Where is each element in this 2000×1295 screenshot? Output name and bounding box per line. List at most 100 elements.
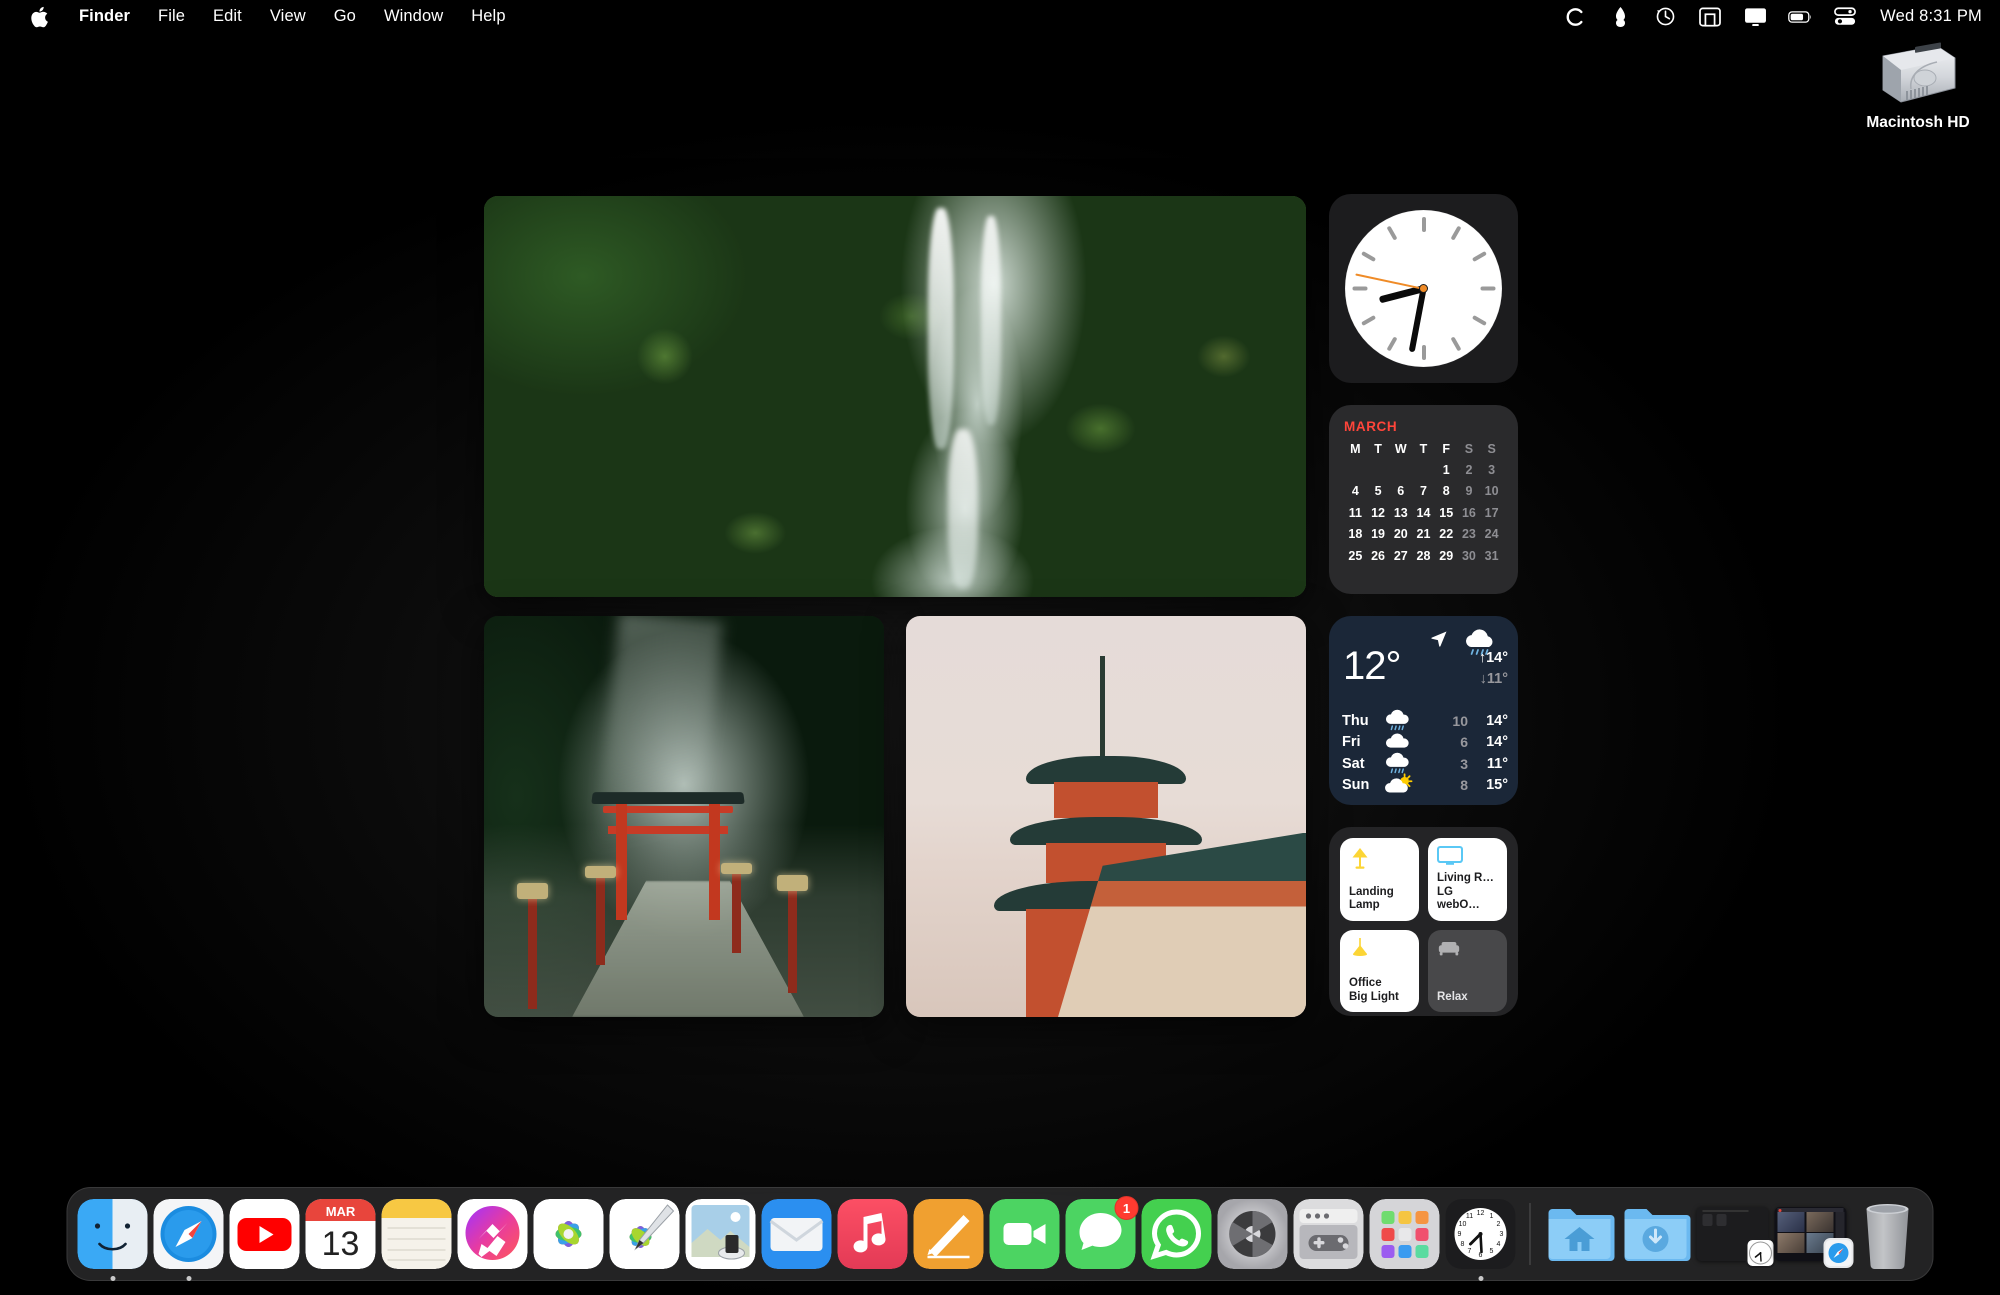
calendar-day[interactable]: 18 xyxy=(1344,526,1367,542)
downloads-folder-icon[interactable] xyxy=(1621,1199,1691,1269)
system-settings-icon[interactable] xyxy=(1217,1199,1288,1269)
facetime-icon[interactable] xyxy=(989,1199,1060,1269)
calendar-day[interactable]: 17 xyxy=(1480,505,1503,521)
calendar-day[interactable]: 30 xyxy=(1458,548,1481,564)
waterfall-photo[interactable] xyxy=(484,196,1306,597)
calendar-day[interactable]: 29 xyxy=(1435,548,1458,564)
dock-item-downloads-folder[interactable] xyxy=(1621,1199,1691,1269)
calendar-day[interactable]: 19 xyxy=(1367,526,1390,542)
minimized-safari-window-icon[interactable] xyxy=(1774,1207,1854,1268)
menu-finder[interactable]: Finder xyxy=(65,4,144,29)
dock-item-safari[interactable] xyxy=(153,1199,224,1281)
calendar-day[interactable]: 1 xyxy=(1435,462,1458,478)
youtube-icon[interactable] xyxy=(229,1199,300,1269)
trash-icon[interactable] xyxy=(1853,1199,1923,1269)
freeform-icon[interactable] xyxy=(913,1199,984,1269)
calendar-day[interactable]: 8 xyxy=(1435,483,1458,499)
home-tile-relax-scene[interactable]: Relax xyxy=(1428,929,1507,1013)
calendar-day[interactable]: 21 xyxy=(1412,526,1435,542)
calendar-day[interactable]: 2 xyxy=(1458,462,1481,478)
notes-icon[interactable] xyxy=(381,1199,452,1269)
calendar-day[interactable]: 23 xyxy=(1458,526,1481,542)
clock-icon[interactable]: 12 1 2 3 4 5 6 7 8 9 10 11 xyxy=(1445,1199,1516,1269)
calendar-day[interactable]: 12 xyxy=(1367,505,1390,521)
minimized-clock-window-icon[interactable] xyxy=(1696,1207,1776,1268)
calendar-day[interactable]: 10 xyxy=(1480,483,1503,499)
image-playground-icon[interactable] xyxy=(609,1199,680,1269)
launchpad-icon[interactable] xyxy=(1369,1199,1440,1269)
dock-item-image-playground[interactable] xyxy=(609,1199,680,1269)
battery-icon[interactable] xyxy=(1788,5,1812,29)
time-machine-icon[interactable] xyxy=(1653,5,1677,29)
calendar-day[interactable]: 27 xyxy=(1389,548,1412,564)
stage-manager-icon[interactable] xyxy=(1698,5,1722,29)
calendar-day[interactable]: 9 xyxy=(1458,483,1481,499)
dock-item-whatsapp[interactable] xyxy=(1141,1199,1212,1269)
dock-item-freeform[interactable] xyxy=(913,1199,984,1269)
calendar-day[interactable]: 15 xyxy=(1435,505,1458,521)
dock-item-messages[interactable]: 1 xyxy=(1065,1196,1139,1269)
clock-widget[interactable] xyxy=(1329,194,1518,383)
calendar-day[interactable]: 4 xyxy=(1344,483,1367,499)
calendar-day[interactable]: 14 xyxy=(1412,505,1435,521)
dock-item-minimized-safari-window[interactable] xyxy=(1774,1207,1854,1268)
pagoda-photo[interactable] xyxy=(906,616,1306,1017)
preview-icon[interactable] xyxy=(685,1199,756,1269)
macintosh-hd-icon[interactable]: Macintosh HD xyxy=(1858,42,1978,132)
dock-item-music[interactable] xyxy=(837,1199,908,1269)
dock-item-preview[interactable] xyxy=(685,1199,756,1269)
dock-item-messenger[interactable] xyxy=(457,1199,528,1269)
messenger-icon[interactable] xyxy=(457,1199,528,1269)
calendar-icon[interactable]: MAR 13 xyxy=(305,1199,376,1269)
control-center-icon[interactable] xyxy=(1833,5,1857,29)
finder-icon[interactable] xyxy=(77,1199,148,1269)
menu-go[interactable]: Go xyxy=(320,4,370,29)
calendar-day[interactable]: 7 xyxy=(1412,483,1435,499)
menu-bar-clock[interactable]: Wed 8:31 PM xyxy=(1880,7,1982,26)
dock-item-calendar[interactable]: MAR 13 xyxy=(305,1199,376,1269)
calendar-day[interactable]: 6 xyxy=(1389,483,1412,499)
flame-icon[interactable] xyxy=(1608,5,1632,29)
mail-icon[interactable] xyxy=(761,1199,832,1269)
dock-item-youtube[interactable] xyxy=(229,1199,300,1269)
home-folder-icon[interactable] xyxy=(1545,1199,1615,1269)
music-icon[interactable] xyxy=(837,1199,908,1269)
game-center-icon[interactable] xyxy=(1293,1199,1364,1269)
dock-item-facetime[interactable] xyxy=(989,1199,1060,1269)
cleanmymac-icon[interactable] xyxy=(1563,5,1587,29)
calendar-day[interactable]: 3 xyxy=(1480,462,1503,478)
calendar-day[interactable]: 22 xyxy=(1435,526,1458,542)
dock-item-system-settings[interactable] xyxy=(1217,1199,1288,1269)
dock-item-minimized-clock-window[interactable] xyxy=(1696,1207,1776,1268)
dock-item-trash[interactable] xyxy=(1853,1199,1923,1269)
weather-widget[interactable]: 12° ↑14° ↓11° Thu 10 14° Fri 6 14° Sat 3 11° Sun 8… xyxy=(1329,616,1518,805)
apple-menu-icon[interactable] xyxy=(14,6,65,28)
home-tile-landing-lamp[interactable]: Landing Lamp xyxy=(1340,838,1419,921)
torii-gate-photo[interactable] xyxy=(484,616,884,1017)
dock-item-mail[interactable] xyxy=(761,1199,832,1269)
dock[interactable]: MAR 13 1 12 1 2 3 4 5 6 7 8 9 10 11 xyxy=(66,1187,1934,1281)
home-tile-office-big-light[interactable]: Office Big Light xyxy=(1340,929,1419,1013)
whatsapp-icon[interactable] xyxy=(1141,1199,1212,1269)
menu-edit[interactable]: Edit xyxy=(199,4,256,29)
dock-item-notes[interactable] xyxy=(381,1199,452,1269)
calendar-day[interactable]: 11 xyxy=(1344,505,1367,521)
dock-item-game-center[interactable] xyxy=(1293,1199,1364,1269)
calendar-day[interactable]: 5 xyxy=(1367,483,1390,499)
calendar-day[interactable]: 25 xyxy=(1344,548,1367,564)
dock-item-launchpad[interactable] xyxy=(1369,1199,1440,1269)
menu-view[interactable]: View xyxy=(256,4,320,29)
photos-icon[interactable] xyxy=(533,1199,604,1269)
menu-window[interactable]: Window xyxy=(370,4,457,29)
home-tile-living-room-tv[interactable]: Living R… LG webO… xyxy=(1428,838,1507,921)
calendar-day[interactable]: 26 xyxy=(1367,548,1390,564)
menu-help[interactable]: Help xyxy=(457,4,519,29)
calendar-day[interactable]: 31 xyxy=(1480,548,1503,564)
calendar-day[interactable]: 28 xyxy=(1412,548,1435,564)
dock-item-clock[interactable]: 12 1 2 3 4 5 6 7 8 9 10 11 xyxy=(1445,1199,1516,1281)
calendar-widget[interactable]: MARCH M T W T F S S 1 2 3 4 5 6 7 8 9 10 11 12 13 14 15 16 17 18… xyxy=(1329,405,1518,594)
calendar-day[interactable]: 16 xyxy=(1458,505,1481,521)
dock-item-home-folder[interactable] xyxy=(1545,1199,1615,1269)
menu-file[interactable]: File xyxy=(144,4,199,29)
dock-item-photos[interactable] xyxy=(533,1199,604,1269)
